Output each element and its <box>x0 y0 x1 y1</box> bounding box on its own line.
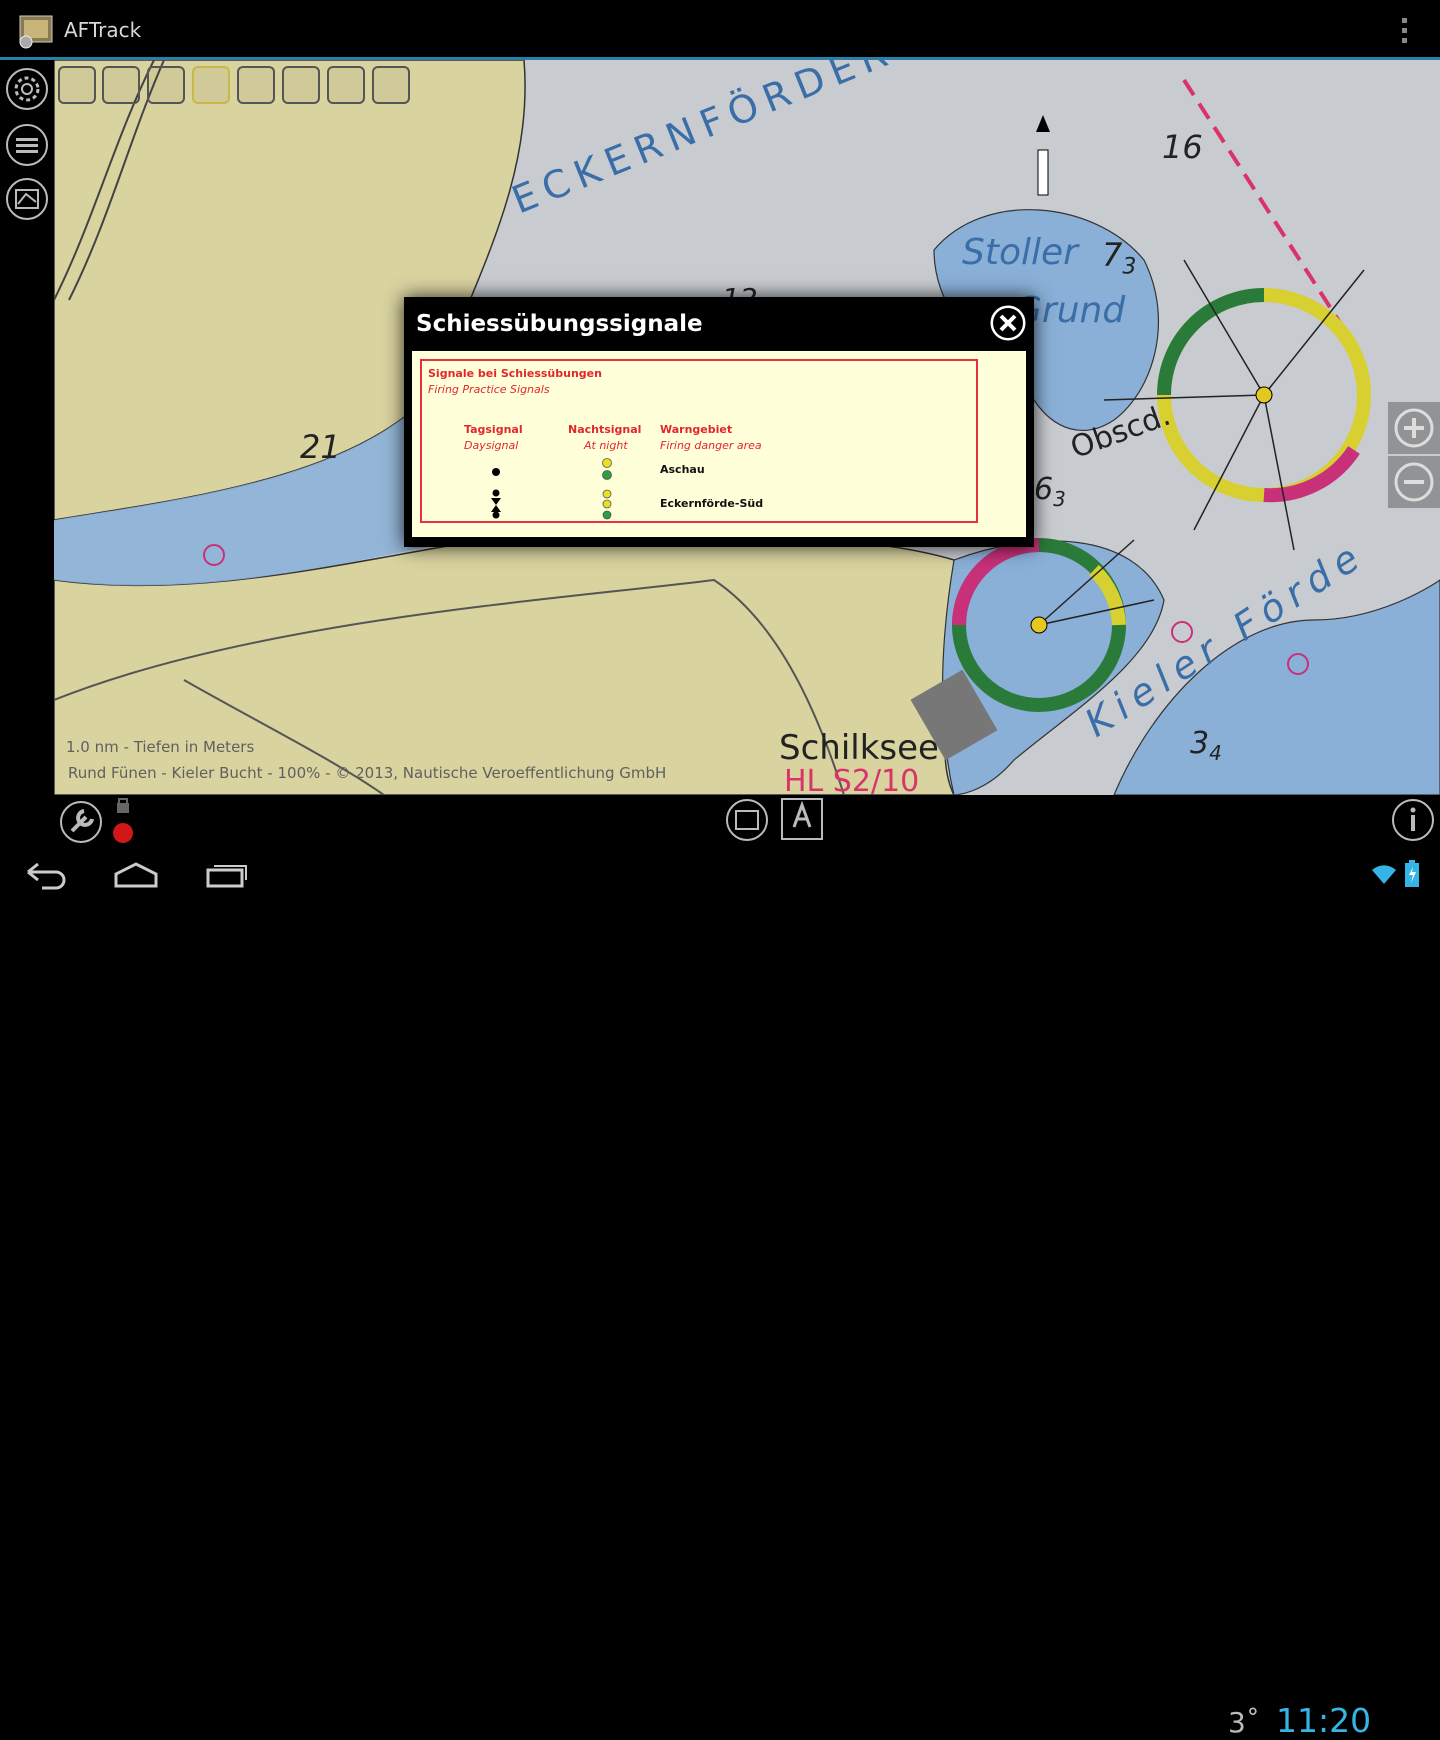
depth-7-sub: 3 <box>1122 254 1137 280</box>
screen-mode-icon[interactable] <box>724 797 770 843</box>
area-name: Aschau <box>660 463 705 476</box>
depth-3: 34 <box>1190 726 1222 765</box>
column-day-de: Tagsignal <box>464 423 523 436</box>
zoom-out-button[interactable] <box>1388 456 1440 508</box>
layer-toggle-7[interactable] <box>327 66 365 104</box>
day-signal-ball-icon <box>492 468 500 476</box>
map-source-caption: Rund Fünen - Kieler Bucht - 100% - © 201… <box>68 764 667 782</box>
column-night-en: At night <box>584 439 628 452</box>
depth-6: 63 <box>1034 472 1066 511</box>
chart-map-icon[interactable] <box>4 176 50 222</box>
layer-toggle-2[interactable] <box>102 66 140 104</box>
status-clock: 11:20 <box>1276 1701 1372 1740</box>
depth-16: 16 <box>1162 128 1203 166</box>
overflow-menu-icon[interactable] <box>1392 14 1418 48</box>
column-day-en: Daysignal <box>464 439 519 452</box>
map-label-hl-code: HL S2/10 <box>784 764 920 795</box>
dialog-title: Schiessübungssignale <box>416 311 703 337</box>
firing-signals-dialog: Schiessübungssignale Signale bei Schiess… <box>404 297 1034 547</box>
area-name: Eckernförde-Süd <box>660 497 764 510</box>
column-area-en: Firing danger area <box>660 439 762 452</box>
close-icon[interactable] <box>986 301 1030 345</box>
layer-toggle-8[interactable] <box>372 66 410 104</box>
layer-toggle-6[interactable] <box>282 66 320 104</box>
column-area-de: Warngebiet <box>660 423 733 436</box>
layer-toggle-3[interactable] <box>147 66 185 104</box>
zoom-out-icon <box>1394 462 1434 502</box>
depth-3-main: 3 <box>1190 726 1210 761</box>
night-signal-lights-icon <box>602 489 612 520</box>
table-header-en: Firing Practice Signals <box>428 383 550 396</box>
app-logo-icon[interactable] <box>14 10 58 50</box>
info-icon[interactable] <box>1390 797 1436 843</box>
depth-6-sub: 3 <box>1053 487 1066 511</box>
depth-6-main: 6 <box>1034 472 1054 507</box>
zoom-in-button[interactable] <box>1388 402 1440 454</box>
auto-follow-icon[interactable] <box>780 797 824 841</box>
settings-gear-icon[interactable] <box>4 66 50 112</box>
system-nav-bar: 3˚ 11:20 <box>0 848 1440 1740</box>
depth-3-sub: 4 <box>1209 741 1222 765</box>
record-track-icon[interactable] <box>110 797 136 847</box>
left-toolbar <box>0 60 54 795</box>
day-signal-cones-icon <box>491 489 501 519</box>
depth-21: 21 <box>300 428 341 466</box>
wrench-tools-icon[interactable] <box>58 799 104 845</box>
layer-toggle-1[interactable] <box>58 66 96 104</box>
battery-icon <box>1405 860 1419 887</box>
depth-7: 73 <box>1102 236 1136 279</box>
signal-table-frame: Signale bei Schiessübungen Firing Practi… <box>420 359 978 523</box>
night-signal-lights-icon <box>602 458 612 480</box>
bottom-action-bar <box>0 795 1440 848</box>
zoom-in-icon <box>1394 408 1434 448</box>
map-scale-caption: 1.0 nm - Tiefen in Meters <box>66 738 255 756</box>
depth-7-main: 7 <box>1102 236 1123 274</box>
layer-toggle-5[interactable] <box>237 66 275 104</box>
table-header-de: Signale bei Schiessübungen <box>428 367 602 380</box>
recent-apps-icon[interactable] <box>202 860 250 890</box>
wifi-icon <box>1372 865 1396 884</box>
dialog-body: Signale bei Schiessübungen Firing Practi… <box>412 351 1026 537</box>
app-title: AFTrack <box>64 18 142 42</box>
column-night-de: Nachtsignal <box>568 423 642 436</box>
layers-menu-icon[interactable] <box>4 122 50 168</box>
map-label-schilksee: Schilksee <box>779 728 939 768</box>
layer-toggle-4[interactable] <box>192 66 230 104</box>
back-icon[interactable] <box>22 860 70 890</box>
title-bar: AFTrack <box>0 0 1440 60</box>
home-icon[interactable] <box>112 860 160 890</box>
weather-temperature: 3˚ <box>1228 1706 1260 1739</box>
map-label-stoller: Stoller <box>962 232 1078 273</box>
